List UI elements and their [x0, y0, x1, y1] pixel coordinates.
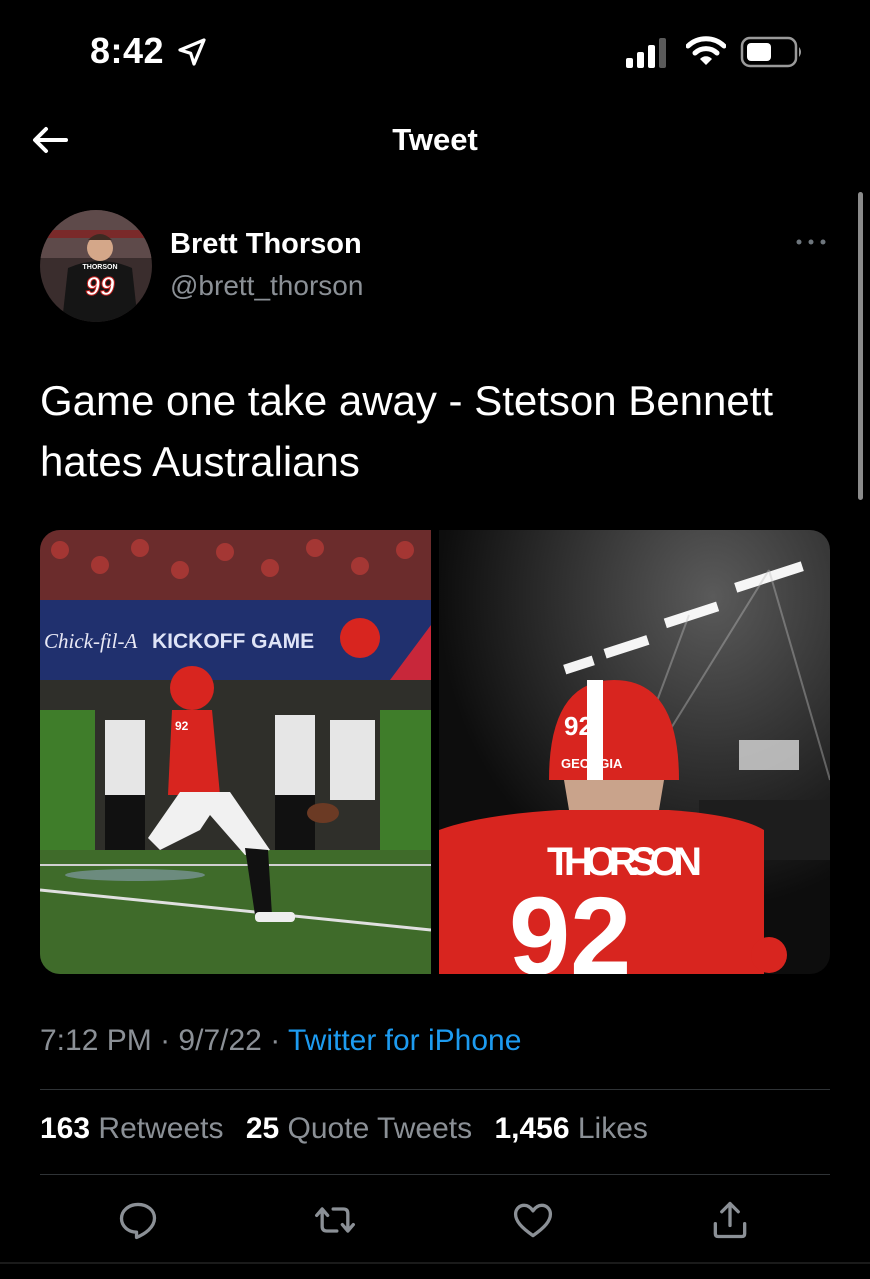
tweet-stats: 163 Retweets 25 Quote Tweets 1,456 Likes	[40, 1112, 662, 1146]
battery-icon	[740, 36, 801, 68]
avatar[interactable]: THORSON 99	[40, 210, 152, 322]
divider	[40, 1174, 830, 1175]
photo-kicker[interactable]: Chick-fil-A KICKOFF GAME 92	[40, 530, 431, 974]
quote-tweets-count: 25	[245, 1112, 280, 1145]
location-arrow-icon	[178, 38, 206, 66]
quote-tweets-label: Quote Tweets	[287, 1112, 473, 1145]
more-horizontal-icon[interactable]	[794, 232, 828, 252]
tweet-media: Chick-fil-A KICKOFF GAME 92 92 GEORGIA T…	[40, 530, 830, 974]
helmet-text: GEORGIA	[561, 756, 623, 771]
separator: ·	[270, 1024, 281, 1057]
share-icon[interactable]	[708, 1198, 752, 1242]
jersey-number: 92	[509, 875, 631, 974]
helmet-number: 92	[564, 711, 593, 741]
photo-player-back[interactable]: 92 GEORGIA THORSON 92	[439, 530, 830, 974]
heart-icon[interactable]	[511, 1198, 555, 1242]
status-time: 8:42	[90, 30, 165, 71]
tweet-time: 7:12 PM	[40, 1024, 152, 1057]
author-name[interactable]: Brett Thorson	[170, 228, 362, 261]
tweet-text-line-2: hates Australians	[40, 438, 360, 485]
banner-text: KICKOFF GAME	[152, 630, 314, 653]
likes-stat[interactable]: 1,456 Likes	[494, 1112, 647, 1145]
avatar-jersey-number: 99	[86, 271, 115, 301]
tweet-date: 9/7/22	[178, 1024, 262, 1057]
cellular-signal-icon	[626, 38, 666, 68]
tweet-text: Game one take away - Stetson Bennett hat…	[40, 370, 840, 492]
retweet-icon[interactable]	[313, 1198, 357, 1242]
kicker-jersey-number: 92	[175, 719, 189, 733]
page-title: Tweet	[392, 122, 478, 157]
tweet-meta: 7:12 PM · 9/7/22 · Twitter for iPhone	[40, 1024, 521, 1058]
wifi-icon	[686, 36, 726, 65]
divider	[0, 1262, 870, 1264]
scrollbar[interactable]	[858, 192, 863, 500]
banner-brand-text: Chick-fil-A	[44, 629, 137, 653]
avatar-jersey-name: THORSON	[83, 264, 118, 271]
retweets-count: 163	[40, 1112, 91, 1145]
divider	[40, 1089, 830, 1090]
retweets-stat[interactable]: 163 Retweets	[40, 1112, 223, 1145]
quote-tweets-stat[interactable]: 25 Quote Tweets	[246, 1112, 472, 1145]
tweet-source-link[interactable]: Twitter for iPhone	[288, 1024, 521, 1057]
reply-icon[interactable]	[116, 1198, 160, 1242]
retweets-label: Retweets	[98, 1112, 224, 1145]
tweet-text-line-1: Game one take away - Stetson Bennett	[40, 377, 774, 424]
likes-count: 1,456	[494, 1112, 570, 1145]
separator: ·	[160, 1024, 171, 1057]
likes-label: Likes	[577, 1112, 648, 1145]
author-handle[interactable]: @brett_thorson	[170, 270, 363, 302]
